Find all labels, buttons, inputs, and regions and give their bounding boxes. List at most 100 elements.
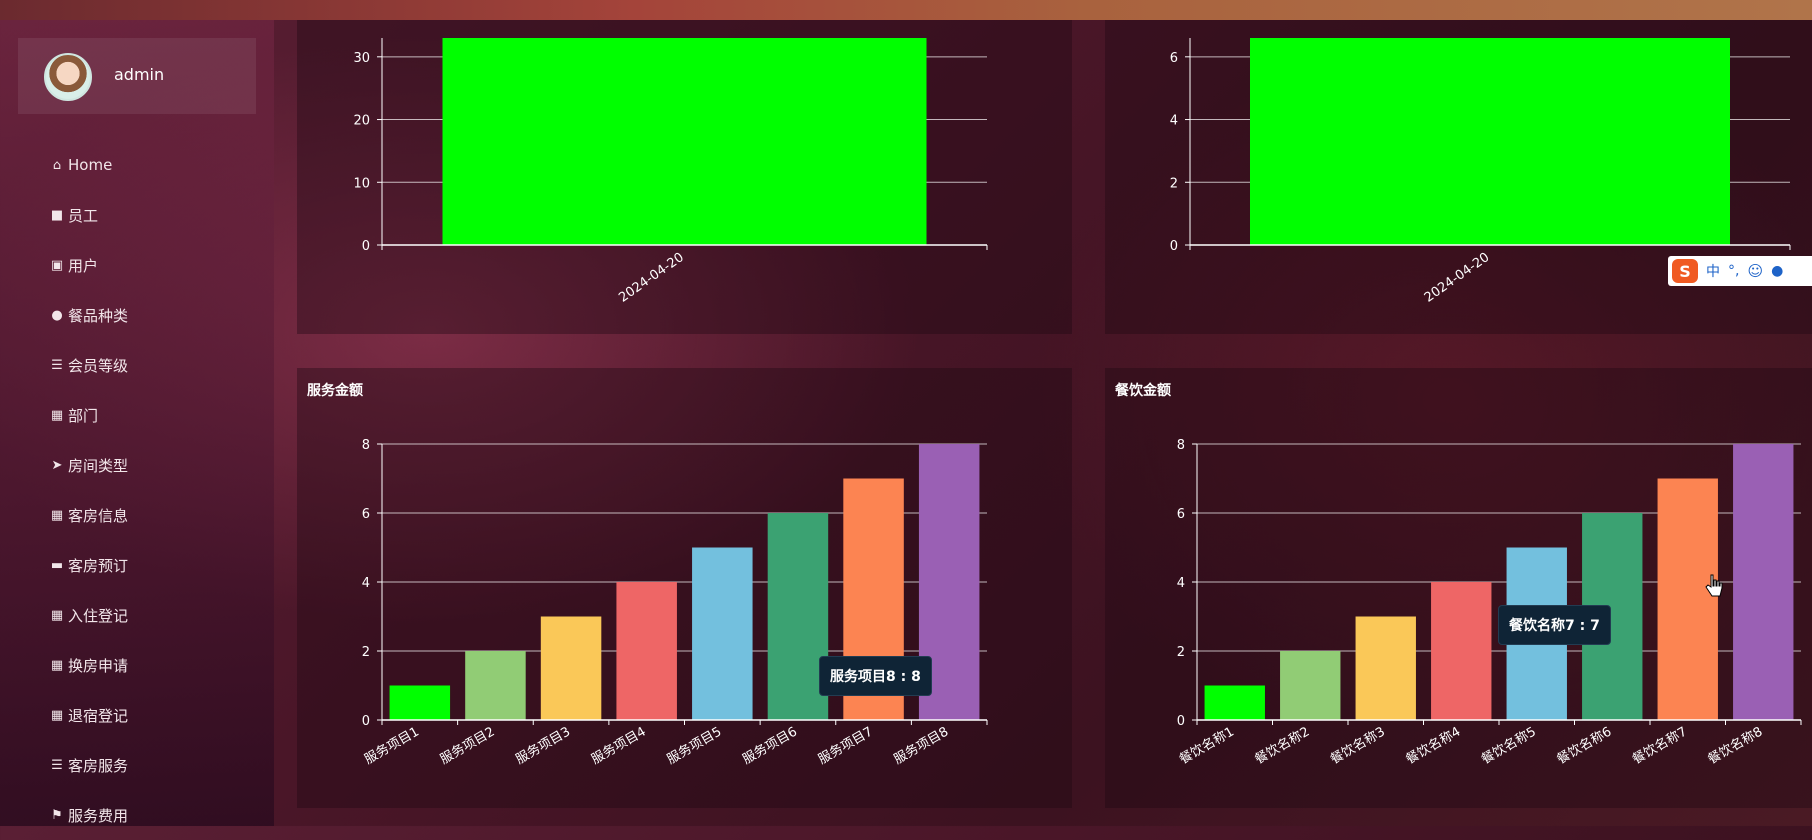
y-tick-label: 10	[353, 176, 370, 191]
chart-panel-service-amount: 服务金额 0 2 4 6 8 服务项目1 服务项目2 服务项目3 服务项目4 服务项目5 服务项目6…	[297, 368, 1072, 808]
x-tick-label: 餐饮名称1	[1177, 724, 1237, 768]
y-tick-label: 0	[362, 714, 370, 729]
ime-punctuation[interactable]: °,	[1728, 263, 1739, 279]
bar	[1280, 651, 1341, 720]
x-tick-label: 服务项目6	[740, 724, 800, 768]
y-tick-label: 6	[1170, 51, 1178, 66]
bar	[692, 547, 753, 720]
sidebar-item-room-service[interactable]: ☰ 客房服务	[18, 740, 256, 790]
home-icon: ⌂	[52, 157, 62, 173]
x-tick-label: 服务项目5	[664, 724, 724, 768]
bar	[616, 582, 677, 720]
bar	[1355, 616, 1416, 720]
bar	[389, 685, 451, 720]
sidebar-item-department[interactable]: ▦ 部门	[18, 390, 256, 440]
x-tick-label: 2024-04-20	[1422, 250, 1493, 306]
clipboard-icon: ▣	[50, 257, 64, 273]
chart-top-left: 0 10 20 30 2024-04-20	[353, 38, 988, 306]
bar	[1204, 685, 1265, 720]
y-tick-label: 30	[353, 51, 370, 66]
y-tick-label: 8	[362, 438, 370, 453]
chart-top-right: 0 2 4 6 2024-04-20	[1170, 38, 1791, 306]
chart-panel-top-right: 0 2 4 6 2024-04-20	[1105, 20, 1812, 334]
x-tick-label: 餐饮名称4	[1403, 724, 1463, 768]
x-tick-label: 服务项目3	[513, 724, 573, 768]
y-tick-label: 8	[1177, 438, 1185, 453]
sidebar-item-label: 员工	[68, 206, 99, 225]
sidebar-item-room-type[interactable]: ➤ 房间类型	[18, 440, 256, 490]
mouse-pointer-icon	[1705, 574, 1723, 597]
x-tick-label: 餐饮名称8	[1705, 724, 1765, 768]
sidebar-item-employee[interactable]: ■ 员工	[18, 190, 256, 240]
sidebar-item-label: 客房信息	[68, 506, 129, 525]
grid-icon: ▦	[50, 657, 64, 673]
microphone-icon[interactable]: ●	[1771, 263, 1783, 279]
x-tick-label: 服务项目1	[362, 724, 422, 768]
y-tick-label: 4	[1170, 114, 1178, 129]
bar	[1431, 582, 1492, 720]
sidebar-item-label: Home	[68, 156, 113, 174]
y-tick-label: 6	[362, 507, 370, 522]
sidebar-item-label: 客房预订	[68, 556, 129, 575]
briefcase-icon: ■	[50, 207, 64, 223]
sidebar-item-label: 餐品种类	[68, 306, 129, 325]
emoji-icon[interactable]: ☺	[1747, 262, 1763, 280]
top-header-bar	[0, 0, 1812, 20]
chart-service-amount: 0 2 4 6 8 服务项目1 服务项目2 服务项目3 服务项目4 服务项目5 服务项目6 服务项目7…	[362, 438, 988, 768]
sidebar-item-room-change[interactable]: ▦ 换房申请	[18, 640, 256, 690]
sidebar-item-label: 退宿登记	[68, 706, 129, 725]
sidebar-item-room-booking[interactable]: ▬ 客房预订	[18, 540, 256, 590]
sidebar-item-checkout[interactable]: ▦ 退宿登记	[18, 690, 256, 740]
y-tick-label: 2	[1170, 176, 1178, 191]
avatar[interactable]	[44, 53, 92, 101]
x-tick-label: 服务项目2	[437, 724, 497, 768]
sidebar-item-service-fee[interactable]: ⚑ 服务费用	[18, 790, 256, 840]
chart-tooltip: 服务项目8 : 8	[819, 656, 932, 696]
apps-icon: ▦	[50, 607, 64, 623]
sogou-logo-icon[interactable]: S	[1672, 259, 1698, 283]
grid-icon: ▦	[50, 707, 64, 723]
chart-tooltip: 餐饮名称7 : 7	[1498, 605, 1611, 645]
x-tick-label: 餐饮名称3	[1328, 724, 1388, 768]
sidebar-item-label: 入住登记	[68, 606, 129, 625]
chart-title: 餐饮金额	[1115, 383, 1171, 399]
flag-icon: ⚑	[51, 807, 63, 823]
sidebar: admin ⌂ Home ■ 员工 ▣ 用户 ● 餐品种类 ☰ 会员等级 ▦ 部门 ➤ 房间类…	[0, 20, 274, 826]
chart-title: 服务金额	[307, 383, 363, 399]
sidebar-item-home[interactable]: ⌂ Home	[18, 140, 256, 190]
y-tick-label: 20	[353, 114, 370, 129]
y-tick-label: 4	[1177, 576, 1185, 591]
y-tick-label: 6	[1177, 507, 1185, 522]
sidebar-item-member-level[interactable]: ☰ 会员等级	[18, 340, 256, 390]
bar	[1733, 444, 1794, 720]
sidebar-item-user[interactable]: ▣ 用户	[18, 240, 256, 290]
y-tick-label: 0	[362, 239, 370, 254]
list-icon: ☰	[51, 757, 63, 773]
grid-icon: ▦	[50, 407, 64, 423]
person-icon: ●	[51, 307, 63, 323]
x-tick-label: 服务项目7	[815, 724, 875, 768]
y-tick-label: 4	[362, 576, 370, 591]
x-tick-label: 餐饮名称7	[1630, 724, 1690, 768]
sidebar-item-checkin[interactable]: ▦ 入住登记	[18, 590, 256, 640]
ime-mode[interactable]: 中	[1706, 261, 1720, 281]
user-profile[interactable]: admin	[18, 38, 256, 114]
sidebar-item-label: 部门	[68, 406, 99, 425]
sidebar-item-label: 房间类型	[68, 456, 129, 475]
x-tick-label: 2024-04-20	[616, 250, 687, 306]
ime-toolbar[interactable]: S 中 °, ☺ ●	[1668, 256, 1812, 286]
x-tick-label: 服务项目4	[588, 724, 648, 768]
grid-icon: ▦	[50, 507, 64, 523]
sidebar-item-dish-category[interactable]: ● 餐品种类	[18, 290, 256, 340]
bar	[540, 616, 602, 720]
x-tick-label: 餐饮名称6	[1554, 724, 1614, 768]
x-tick-label: 餐饮名称5	[1479, 724, 1539, 768]
y-tick-label: 2	[362, 645, 370, 660]
send-icon: ➤	[51, 457, 63, 473]
bar	[1250, 38, 1730, 245]
monitor-icon: ▬	[50, 557, 64, 573]
sliders-icon: ☰	[51, 357, 63, 373]
x-tick-label: 服务项目8	[891, 724, 951, 768]
sidebar-item-room-info[interactable]: ▦ 客房信息	[18, 490, 256, 540]
sidebar-item-label: 会员等级	[68, 356, 129, 375]
